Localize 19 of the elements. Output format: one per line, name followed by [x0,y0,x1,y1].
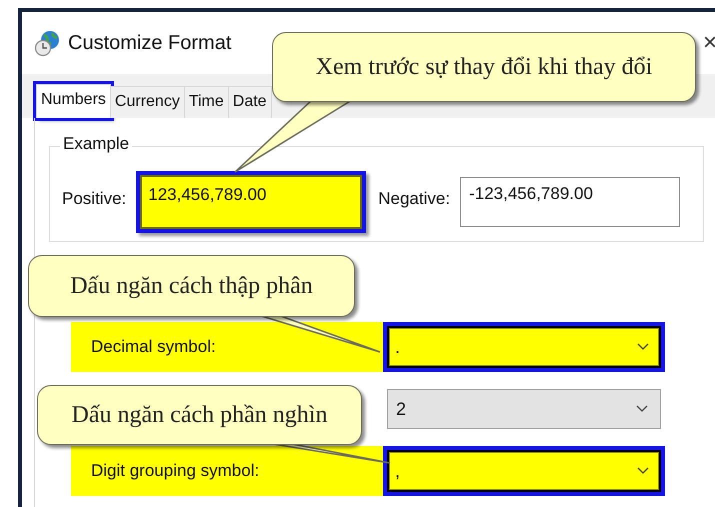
dropdown[interactable]: , [383,446,665,496]
setting-label: Digit grouping symbol: [71,446,383,496]
chevron-down-icon [636,405,648,413]
globe-clock-icon [34,29,62,57]
chevron-down-icon [637,343,649,351]
field-label: Positive: [62,188,126,209]
group-title: Example [60,134,132,154]
tab[interactable]: Currency [110,86,185,118]
dropdown[interactable]: 2 [387,389,661,429]
tab[interactable]: Date [228,86,272,118]
setting-label: Decimal symbol: [71,322,383,372]
preview-field: -123,456,789.00 [460,177,680,227]
preview-field: 123,456,789.00 [136,171,366,233]
tab[interactable]: Numbers [36,84,111,118]
field-label: Negative: [378,188,450,209]
dropdown[interactable]: . [383,322,665,372]
chevron-down-icon [637,467,649,475]
window-title: Customize Format [68,32,232,54]
close-button[interactable]: × [702,29,715,57]
